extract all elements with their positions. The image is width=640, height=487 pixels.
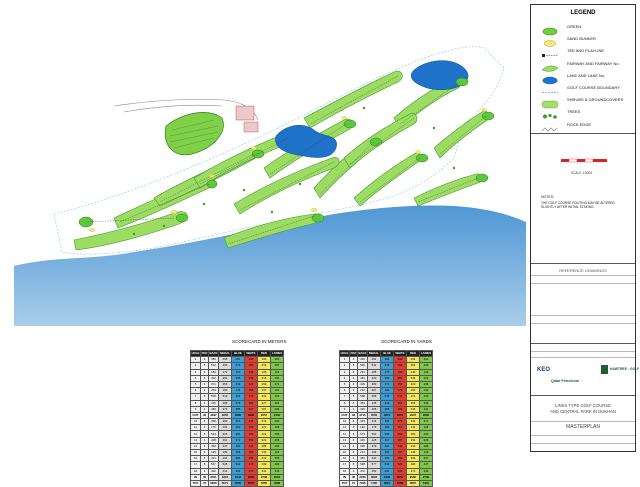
shrubs-icon — [541, 96, 559, 109]
green-patch-icon — [541, 23, 559, 36]
scorecard-cell: 7498 — [357, 479, 368, 487]
scorecard-header-cell: PAR — [349, 349, 358, 358]
scorecard-cell: 72 — [349, 479, 358, 487]
sand-bunker-icon — [541, 35, 559, 47]
legend-item-label: SAND BUNKER — [567, 36, 596, 42]
rock-edge-icon — [541, 121, 559, 132]
divider — [531, 263, 635, 264]
divider — [531, 357, 635, 358]
title-block-panel: LEGEND GREEN SAND BUNKER TEE AND PLAYLINE F… — [530, 4, 640, 452]
divider — [531, 435, 635, 436]
scorecard-cell: TOT — [339, 479, 350, 487]
notes-label: NOTES: — [541, 195, 555, 199]
legend-item-label: SHRUBS & GROUNDCOVERS — [567, 97, 624, 103]
scorecard-header-cell: MEDAL — [367, 349, 381, 358]
legend-item: SAND BUNKER — [535, 33, 635, 47]
legend-item-label: TEE AND PLAYLINE — [567, 48, 605, 54]
scorecard-meters-title: SCORECARD IN METERS — [232, 339, 287, 344]
scorecard-header-cell: HOLE — [190, 349, 201, 358]
golf-course-masterplan-map — [14, 46, 526, 326]
divider — [531, 315, 635, 316]
fairway-9 — [303, 70, 403, 129]
scorecard-row: TOT 72 7498 7185 6813 6460 5867 5434 — [339, 479, 433, 487]
scorecard-header-cell: MEDAL — [218, 349, 232, 358]
scorecard-header-cell: LADIES — [270, 349, 284, 358]
tee-playline-icon — [541, 47, 559, 58]
scale-bar — [561, 158, 607, 163]
divider — [531, 421, 635, 422]
scorecard-cell: 6813 — [380, 479, 394, 487]
divider — [531, 283, 635, 284]
fairway-14 — [433, 111, 490, 159]
hawtree-logo-icon — [601, 365, 608, 374]
scorecard-cell: 6230 — [231, 479, 245, 487]
scorecard-header-cell: HOLE — [339, 349, 350, 358]
legend-item-label: LAKE AND LAKE No. — [567, 72, 606, 78]
drawing-title: MASTERPLAN — [566, 424, 600, 430]
legend-item: SHRUBS & GROUNDCOVERS — [535, 94, 635, 109]
scorecard-row: TOT 72 6858 6571 6230 5907 5365 4968 — [190, 479, 284, 487]
legend-item: GREEN — [535, 21, 635, 36]
scorecard-yards-title: SCORECARD IN YARDS — [381, 339, 432, 344]
divider — [531, 133, 635, 134]
legend-item-label: FAIRWAY AND FAIRWAY No. — [567, 60, 620, 66]
reference-drawings-label: REFERENCE DRAWINGS — [559, 268, 607, 273]
project-name-line-2: AND CENTRAL PARK IN DUKHAN — [550, 409, 616, 414]
trees-icon — [541, 108, 559, 120]
scorecard-cell: 5907 — [244, 479, 258, 487]
scorecard-header-cell: BACK — [357, 349, 368, 358]
scale-label: SCALE 1:8000 — [571, 171, 593, 175]
fairway-13 — [413, 173, 482, 207]
golf-architect-logo: HAWTREE · GOLF — [610, 367, 640, 371]
scorecard-cell: 6571 — [218, 479, 232, 487]
legend-item: FAIRWAY AND FAIRWAY No. — [535, 58, 635, 72]
legend-title: LEGEND — [570, 10, 596, 16]
divider — [531, 343, 635, 344]
legend-item-label: GOLF COURSE BOUNDARY — [567, 85, 620, 90]
divider — [531, 275, 635, 276]
client-logo: Qatar Petroleum — [551, 379, 579, 383]
legend-item-label: GREEN — [567, 24, 582, 29]
lake-icon — [541, 72, 559, 85]
scorecard-cell: 5365 — [257, 479, 271, 487]
legend-item: ROCK EDGE — [535, 119, 635, 132]
scorecard-cell: 7185 — [367, 479, 381, 487]
consultant-logo: KEO — [537, 367, 551, 373]
legend-item: LAKE AND LAKE No. — [535, 70, 635, 85]
divider — [531, 395, 635, 396]
divider — [531, 351, 635, 352]
scorecard-cell: 6460 — [393, 479, 407, 487]
scorecard-header-cell: BACK — [208, 349, 219, 358]
fairway-icon — [541, 60, 559, 72]
scorecard-header-cell: PAR — [200, 349, 209, 358]
scorecard-cell: 72 — [200, 479, 209, 487]
scorecard-cell: 4968 — [270, 479, 284, 487]
drawing-sheet: SCORECARD IN METERS HOLE PAR BACK MEDAL BLUE… — [0, 0, 640, 487]
scorecard-cell: 5867 — [406, 479, 420, 487]
scorecard-meters-table: HOLE PAR BACK MEDAL BLUE WHITE RED LADIES 1 4 383 3… — [190, 349, 284, 487]
legend-item: GOLF COURSE BOUNDARY — [535, 82, 635, 94]
legend-item-label: TREES — [567, 109, 581, 115]
scorecard-cell: 5434 — [419, 479, 433, 487]
boundary-line-icon — [541, 84, 559, 93]
project-name-line-1: LINKS TYPE GOLF COURSE — [555, 403, 611, 408]
practice-ground — [164, 112, 224, 156]
divider — [531, 443, 635, 444]
legend-item-label: ROCK EDGE — [567, 121, 592, 127]
divider — [531, 323, 635, 324]
legend-item: TEE AND PLAYLINE — [535, 45, 635, 58]
notes-text: THE GOLF COURSE ROUTING MAY BE ALTERED S… — [541, 201, 615, 209]
legend-item: TREES — [535, 106, 635, 120]
scorecard-header-cell: LADIES — [419, 349, 433, 358]
scorecard-yards-table: HOLE PAR BACK MEDAL BLUE WHITE RED LADIES 1 4 419 4… — [339, 349, 433, 487]
clubhouse-complex — [235, 105, 259, 133]
scorecard-cell: TOT — [190, 479, 201, 487]
scorecard-cell: 6858 — [208, 479, 219, 487]
